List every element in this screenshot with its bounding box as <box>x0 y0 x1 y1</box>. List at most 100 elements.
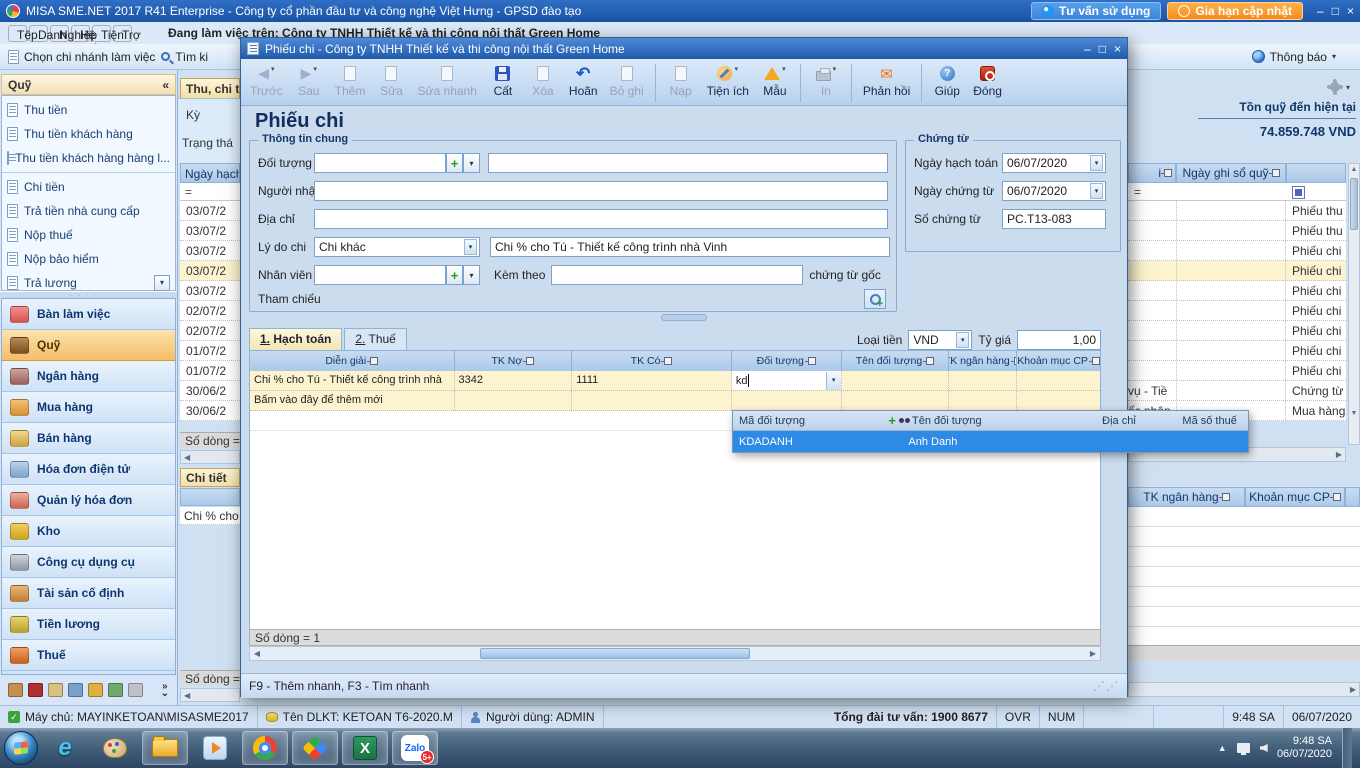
sidebar-item-nop-bao-hiem[interactable]: Nộp bảo hiểm <box>2 247 175 271</box>
module-cong-cu-dung-cu[interactable]: Công cụ dụng cụ <box>2 547 175 578</box>
table-row[interactable]: Phiếu chi <box>1128 361 1346 381</box>
taskbar-ie[interactable]: e <box>42 731 88 765</box>
nhan-vien-input[interactable] <box>314 265 446 285</box>
taskbar-chrome[interactable] <box>242 731 288 765</box>
tab-thu-chi-tien[interactable]: Thu, chi t <box>180 78 240 98</box>
popup-column-ma-so-thue[interactable]: Mã số thuế <box>1171 415 1248 427</box>
table-row[interactable]: 30/06/2 <box>180 381 240 401</box>
add-object-button[interactable]: + <box>446 153 463 173</box>
grid-horizontal-scrollbar[interactable]: ◀ ▶ <box>249 646 1101 661</box>
table-row-selected[interactable]: Phiếu chi <box>1128 261 1346 281</box>
sidebar-item-chi-tien[interactable]: Chi tiền <box>2 172 175 199</box>
table-row[interactable]: 03/07/2 <box>180 281 240 301</box>
toolbar-hoan-button[interactable]: ↶Hoãn <box>564 62 603 98</box>
pin-icon[interactable] <box>370 357 378 365</box>
menu-tep[interactable]: Tệp <box>8 25 27 42</box>
dropdown-button[interactable]: ▾ <box>154 275 170 291</box>
table-row[interactable]: Phiếu chi <box>1128 321 1346 341</box>
table-row[interactable]: 02/07/2 <box>180 301 240 321</box>
module-ban-lam-viec[interactable]: Bàn làm việc <box>2 299 175 330</box>
column-header-fragment[interactable]: i <box>1128 163 1176 183</box>
table-row[interactable]: Phiếu thu <box>1128 201 1346 221</box>
table-row[interactable]: 03/07/2 <box>180 221 240 241</box>
toolbar-sau-button[interactable]: ▶▾Sau <box>290 62 328 98</box>
splitter-handle[interactable] <box>661 314 707 321</box>
sidebar-item-tra-tien-ncc[interactable]: Trả tiền nhà cung cấp <box>2 199 175 223</box>
scroll-left-icon[interactable]: ◀ <box>250 649 264 658</box>
tab-hach-toan[interactable]: 1. Hạch toán <box>249 328 342 350</box>
pin-icon[interactable] <box>1092 357 1100 365</box>
tab-thue[interactable]: 2. Thuế <box>344 328 406 350</box>
module-mini-icon[interactable] <box>48 683 63 697</box>
column-header-blank[interactable] <box>1286 163 1346 183</box>
popup-column-ma-doi-tuong[interactable]: Mã đối tượng <box>733 415 882 427</box>
gear-dropdown-icon[interactable]: ▾ <box>1346 83 1350 92</box>
toolbar-truoc-button[interactable]: ◀▾Trước <box>245 62 288 98</box>
pin-icon[interactable] <box>1222 493 1230 501</box>
column-tk-ngan-hang[interactable]: TK ngân hàng <box>949 351 1017 371</box>
module-ngan-hang[interactable]: Ngân hàng <box>2 361 175 392</box>
module-mini-icon[interactable] <box>128 683 143 697</box>
table-row[interactable]: 03/07/2 <box>180 241 240 261</box>
reference-lookup-button[interactable] <box>864 289 886 309</box>
ngay-hach-toan-select[interactable]: 06/07/2020▾ <box>1002 153 1106 173</box>
currency-select[interactable]: VND▾ <box>908 330 972 350</box>
taskbar-media-player[interactable] <box>192 731 238 765</box>
dialog-minimize-button[interactable]: – <box>1084 42 1091 56</box>
network-icon[interactable] <box>1237 743 1250 753</box>
module-mini-icon[interactable] <box>28 683 43 697</box>
toolbar-bo-ghi-button[interactable]: Bỏ ghi <box>605 62 649 98</box>
column-khoan-muc-cp[interactable]: Khoản mục CP <box>1245 487 1345 507</box>
tray-clock[interactable]: 9:48 SA06/07/2020 <box>1277 735 1332 761</box>
doi-tuong-input[interactable] <box>314 153 446 173</box>
sidebar-panel-header[interactable]: Quỹ « <box>1 74 176 95</box>
module-mini-icon[interactable] <box>68 683 83 697</box>
minimize-button[interactable]: – <box>1317 4 1324 18</box>
toolbar-mau-button[interactable]: ▾Mẫu <box>756 62 794 98</box>
toolbar-sua-nhanh-button[interactable]: Sửa nhanh <box>412 62 481 98</box>
sidebar-splitter[interactable]: · · · · · <box>0 291 177 298</box>
popup-column-ten-doi-tuong[interactable]: +Tên đối tượng <box>882 413 1066 428</box>
restore-button[interactable]: □ <box>1332 4 1339 18</box>
column-tk-co[interactable]: TK Có <box>572 351 732 371</box>
grid-add-row[interactable]: Bấm vào đây để thêm mới <box>250 391 1100 411</box>
filter-equals-cell[interactable]: = <box>1128 183 1176 201</box>
collapse-icon[interactable]: « <box>162 78 169 92</box>
horizontal-scrollbar[interactable]: ▶ <box>1128 682 1360 697</box>
column-dien-giai[interactable]: Diễn giải <box>250 351 455 371</box>
menu-nghiep-vu[interactable]: Nghiệp vụ <box>50 25 69 42</box>
module-mini-icon[interactable] <box>88 683 103 697</box>
kem-theo-input[interactable] <box>551 265 803 285</box>
vertical-scrollbar[interactable]: ▲ ▼ <box>1348 163 1360 445</box>
toolbar-nap-button[interactable]: Nạp <box>662 62 700 98</box>
employee-dropdown-button[interactable]: ▾ <box>463 265 480 285</box>
choose-branch-button[interactable]: Chọn chi nhánh làm việc <box>8 50 155 64</box>
search-button[interactable]: Tìm ki <box>161 50 208 64</box>
checkbox-icon[interactable] <box>1292 186 1305 199</box>
table-row[interactable]: 01/07/2 <box>180 341 240 361</box>
toolbar-cat-save-button[interactable]: Cất <box>484 62 522 98</box>
pin-icon[interactable] <box>1272 169 1280 177</box>
dialog-titlebar[interactable]: Phiếu chi - Công ty TNHH Thiết kế và thi… <box>241 38 1127 59</box>
column-ngay-ghi-so-quy[interactable]: Ngày ghi sổ quỹ <box>1176 163 1286 183</box>
table-row[interactable]: Phiếu thu <box>1128 221 1346 241</box>
taskbar-zalo[interactable]: Zalo5+ <box>392 731 438 765</box>
dialog-close-button[interactable]: × <box>1114 42 1121 56</box>
resize-grip[interactable]: ⋰⋰ <box>1093 679 1119 693</box>
show-desktop-button[interactable] <box>1342 728 1352 768</box>
module-mua-hang[interactable]: Mua hàng <box>2 392 175 423</box>
dia-chi-input[interactable] <box>314 209 888 229</box>
ly-do-mo-ta-input[interactable] <box>490 237 890 257</box>
toolbar-giup-button[interactable]: ?Giúp <box>928 62 966 98</box>
module-mini-icon[interactable] <box>108 683 123 697</box>
horizontal-scrollbar[interactable]: ◀ <box>180 688 240 702</box>
menu-he-thong[interactable]: Hệ thống <box>71 25 90 42</box>
taskbar-paint[interactable] <box>92 731 138 765</box>
ly-do-chi-select[interactable]: Chi khác▾ <box>314 237 480 257</box>
volume-muted-icon[interactable]: × <box>1260 743 1267 753</box>
table-row[interactable]: vụ - TiềChứng từ mu <box>1128 381 1346 401</box>
horizontal-scrollbar[interactable]: ◀ <box>180 450 240 464</box>
toolbar-in-button[interactable]: ▾In <box>807 62 845 98</box>
filter-checkbox-cell[interactable] <box>1286 183 1346 201</box>
column-doi-tuong[interactable]: Đối tượng <box>732 351 842 371</box>
